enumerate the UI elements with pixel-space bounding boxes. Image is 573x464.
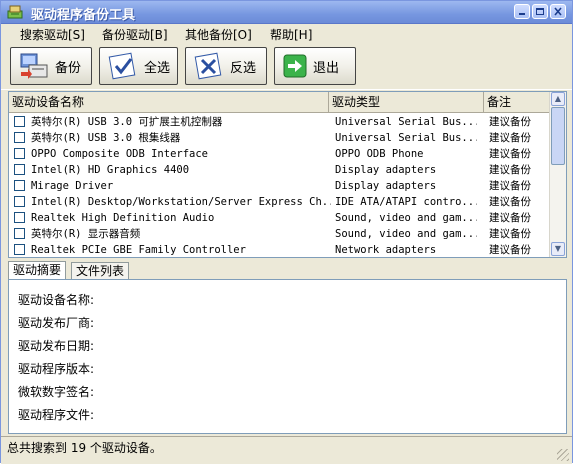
status-text: 总共搜索到 19 个驱动设备。 (7, 441, 162, 455)
device-name: 英特尔(R) USB 3.0 根集线器 (31, 132, 181, 144)
column-header-driver-type[interactable]: 驱动类型 (329, 92, 484, 112)
maximize-icon (536, 8, 544, 15)
table-row[interactable]: 英特尔(R) USB 3.0 可扩展主机控制器 Universal Serial… (9, 114, 550, 130)
backup-icon (20, 53, 48, 79)
detail-signature-label: 微软数字签名: (18, 385, 95, 399)
row-checkbox[interactable] (14, 196, 25, 207)
toolbar: 备份 全选 反选 退出 (1, 43, 572, 90)
driver-type: Display adapters (335, 180, 437, 192)
menu-bar: 搜索驱动[S] 备份驱动[B] 其他备份[O] 帮助[H] (1, 24, 572, 43)
backup-label: 备份 (55, 60, 82, 76)
table-row[interactable]: 英特尔(R) 显示器音频 Sound, video and gam... 建议备… (9, 226, 550, 242)
exit-icon (283, 54, 307, 78)
note: 建议备份 (489, 228, 531, 240)
table-row[interactable]: OPPO Composite ODB Interface OPPO ODB Ph… (9, 146, 550, 162)
exit-label: 退出 (313, 60, 340, 76)
row-checkbox[interactable] (14, 180, 25, 191)
driver-type: OPPO ODB Phone (335, 148, 424, 160)
select-all-label: 全选 (144, 60, 171, 76)
close-button[interactable] (550, 4, 566, 19)
tab-file-list[interactable]: 文件列表 (71, 262, 130, 279)
device-name: 英特尔(R) USB 3.0 可扩展主机控制器 (31, 116, 223, 128)
detail-vendor-label: 驱动发布厂商: (18, 316, 95, 330)
driver-type: Network adapters (335, 244, 437, 256)
detail-version-label: 驱动程序版本: (18, 362, 95, 376)
column-header-note[interactable]: 备注 (484, 92, 550, 112)
note: 建议备份 (489, 148, 531, 160)
detail-date-label: 驱动发布日期: (18, 339, 95, 353)
row-checkbox[interactable] (14, 132, 25, 143)
menu-help[interactable]: 帮助[H] (270, 26, 312, 43)
list-header: 驱动设备名称 驱动类型 备注 (9, 92, 550, 113)
device-name: Realtek PCIe GBE Family Controller (31, 244, 246, 256)
driver-details-panel: 驱动设备名称: 驱动发布厂商: 驱动发布日期: 驱动程序版本: 微软数字签名: … (8, 279, 567, 434)
note: 建议备份 (489, 212, 531, 224)
minimize-button[interactable] (514, 4, 530, 19)
note: 建议备份 (489, 116, 531, 128)
title-bar[interactable]: 驱动程序备份工具 (1, 1, 572, 24)
backup-button[interactable]: 备份 (10, 47, 92, 85)
minimize-icon (519, 13, 525, 15)
row-checkbox[interactable] (14, 116, 25, 127)
table-row[interactable]: Realtek PCIe GBE Family Controller Netwo… (9, 242, 550, 257)
note: 建议备份 (489, 132, 531, 144)
resize-grip[interactable] (557, 449, 569, 461)
tab-driver-summary[interactable]: 驱动摘要 (8, 261, 67, 279)
select-all-button[interactable]: 全选 (99, 47, 178, 85)
device-name: Mirage Driver (31, 180, 114, 192)
scroll-down-button[interactable]: ▼ (551, 242, 565, 256)
detail-device-name-label: 驱动设备名称: (18, 293, 95, 307)
detail-files-label: 驱动程序文件: (18, 408, 95, 422)
note: 建议备份 (489, 164, 531, 176)
maximize-button[interactable] (532, 4, 548, 19)
row-checkbox[interactable] (14, 164, 25, 175)
driver-type: Display adapters (335, 164, 437, 176)
menu-backup-driver[interactable]: 备份驱动[B] (102, 26, 168, 43)
table-row[interactable]: 英特尔(R) USB 3.0 根集线器 Universal Serial Bus… (9, 130, 550, 146)
note: 建议备份 (489, 196, 531, 208)
device-name: Realtek High Definition Audio (31, 212, 215, 224)
menu-search-driver[interactable]: 搜索驱动[S] (20, 26, 85, 43)
invert-selection-button[interactable]: 反选 (185, 47, 267, 85)
driver-type: Sound, video and gam... (335, 228, 477, 240)
driver-type: Universal Serial Bus... (335, 116, 477, 128)
device-name: Intel(R) Desktop/Workstation/Server Expr… (31, 196, 331, 208)
driver-type: Universal Serial Bus... (335, 132, 477, 144)
table-row[interactable]: Realtek High Definition Audio Sound, vid… (9, 210, 550, 226)
device-name: Intel(R) HD Graphics 4400 (31, 164, 190, 176)
row-checkbox[interactable] (14, 244, 25, 255)
table-row[interactable]: Intel(R) HD Graphics 4400 Display adapte… (9, 162, 550, 178)
driver-list[interactable]: 驱动设备名称 驱动类型 备注 英特尔(R) USB 3.0 可扩展主机控制器 U… (8, 91, 567, 258)
scroll-thumb[interactable] (551, 107, 565, 165)
status-bar: 总共搜索到 19 个驱动设备。 (1, 436, 572, 464)
driver-type: IDE ATA/ATAPI contro... (335, 196, 477, 208)
driver-type: Sound, video and gam... (335, 212, 477, 224)
note: 建议备份 (489, 244, 531, 256)
app-window: 驱动程序备份工具 搜索驱动[S] 备份驱动[B] 其他备份[O] 帮助[H] 备… (0, 0, 573, 464)
scroll-up-button[interactable]: ▲ (551, 92, 565, 106)
row-checkbox[interactable] (14, 148, 25, 159)
device-name: 英特尔(R) 显示器音频 (31, 228, 141, 240)
table-row[interactable]: Mirage Driver Display adapters 建议备份 (9, 178, 550, 194)
close-icon (554, 7, 562, 16)
exit-button[interactable]: 退出 (274, 47, 356, 85)
note: 建议备份 (489, 180, 531, 192)
invert-selection-icon (194, 52, 222, 80)
device-name: OPPO Composite ODB Interface (31, 148, 209, 160)
row-checkbox[interactable] (14, 228, 25, 239)
invert-selection-label: 反选 (230, 60, 257, 76)
window-title: 驱动程序备份工具 (31, 8, 136, 23)
row-checkbox[interactable] (14, 212, 25, 223)
column-header-device-name[interactable]: 驱动设备名称 (9, 92, 329, 112)
menu-other-backup[interactable]: 其他备份[O] (185, 26, 252, 43)
table-row[interactable]: Intel(R) Desktop/Workstation/Server Expr… (9, 194, 550, 210)
select-all-icon (108, 52, 136, 80)
vertical-scrollbar[interactable]: ▲ ▼ (549, 92, 566, 257)
app-icon (7, 5, 23, 19)
